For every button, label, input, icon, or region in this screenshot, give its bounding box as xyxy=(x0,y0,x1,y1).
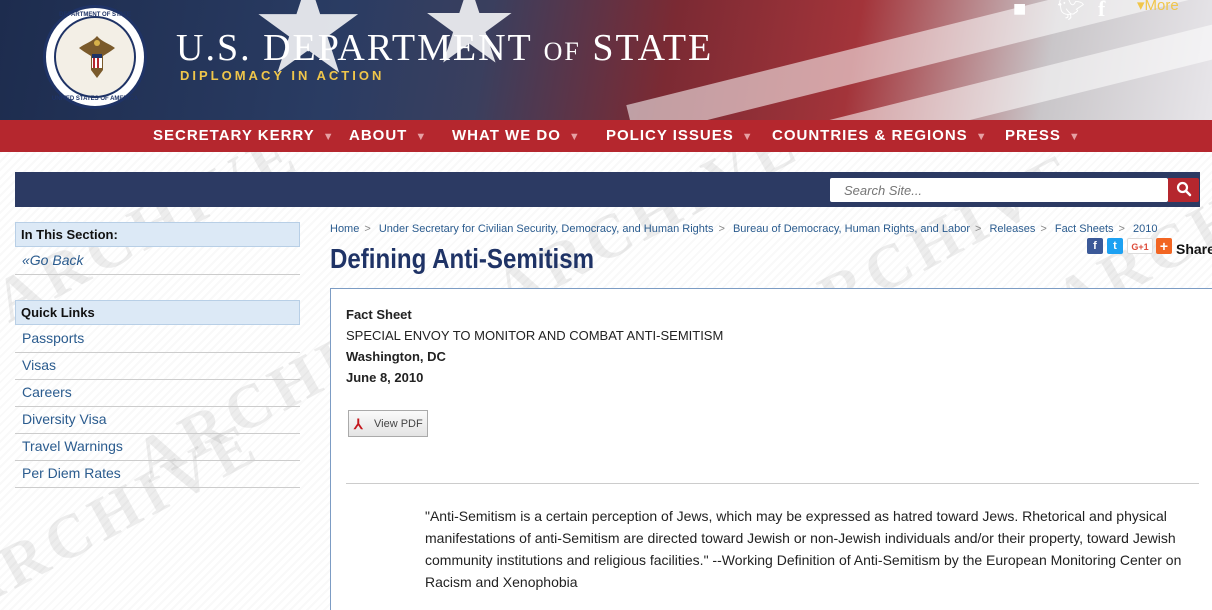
pdf-icon: ⅄ xyxy=(354,416,363,432)
quick-link-diversity-visa[interactable]: Diversity Visa xyxy=(15,407,300,434)
main-navigation: SECRETARY KERRY ▼ ABOUT ▼ WHAT WE DO ▼ POLI… xyxy=(0,120,1212,152)
caret-down-icon: ▼ xyxy=(975,131,988,143)
breadcrumb-link[interactable]: Home xyxy=(330,223,359,235)
chevron-right-icon: > xyxy=(718,223,725,235)
chevron-right-icon: > xyxy=(1118,223,1125,235)
quick-link-travel-warnings[interactable]: Travel Warnings xyxy=(15,434,300,461)
plus-share-icon[interactable]: + xyxy=(1156,238,1172,254)
nav-item-countries-regions[interactable]: COUNTRIES & REGIONS ▼ xyxy=(772,120,988,152)
share-label[interactable]: Share xyxy=(1176,241,1212,257)
twitter-icon[interactable]: 🐦︎ xyxy=(1057,0,1085,22)
go-back-link[interactable]: «Go Back xyxy=(15,248,300,275)
view-pdf-button[interactable]: ⅄ View PDF xyxy=(348,410,428,437)
quick-link-careers[interactable]: Careers xyxy=(15,380,300,407)
search-button[interactable] xyxy=(1168,178,1199,202)
site-tagline: DIPLOMACY IN ACTION xyxy=(180,68,385,83)
quick-links-heading: Quick Links xyxy=(15,300,300,325)
document-location: Washington, DC xyxy=(346,349,446,364)
document-type: Fact Sheet xyxy=(346,307,412,322)
chevron-right-icon: > xyxy=(974,223,982,235)
more-menu-button[interactable]: ▾More xyxy=(1137,0,1179,14)
seal-bottom-text: UNITED STATES OF AMERICA xyxy=(51,96,139,102)
chevron-right-icon: > xyxy=(1040,223,1047,235)
google-plus-share-icon[interactable]: G+1 xyxy=(1127,238,1153,254)
state-department-seal[interactable]: DEPARTMENT OF STATE UNITED STATES OF AME… xyxy=(43,5,147,109)
quick-link-per-diem-rates[interactable]: Per Diem Rates xyxy=(15,461,300,488)
definition-quote: "Anti-Semitism is a certain perception o… xyxy=(425,508,1182,590)
breadcrumb-current: 2010 xyxy=(1133,223,1158,235)
breadcrumb: Home > Under Secretary for Civilian Secur… xyxy=(330,223,1158,235)
content-divider xyxy=(346,483,1199,484)
page-title: Defining Anti-Semitism xyxy=(330,243,595,274)
site-title[interactable]: U.S. DEPARTMENT OF STATE xyxy=(176,26,713,70)
nav-item-policy-issues[interactable]: POLICY ISSUES ▼ xyxy=(606,120,754,152)
header-banner: ★ ★ DEPARTMENT OF STATE UNITED STATES OF… xyxy=(0,0,1212,120)
facebook-share-icon[interactable]: f xyxy=(1087,238,1103,254)
nav-item-secretary-kerry[interactable]: SECRETARY KERRY ▼ xyxy=(153,120,335,152)
nav-item-press[interactable]: PRESS ▼ xyxy=(1005,120,1081,152)
double-chevron-left-icon: « xyxy=(22,252,30,268)
breadcrumb-link[interactable]: Under Secretary for Civilian Security, D… xyxy=(379,223,714,235)
breadcrumb-link[interactable]: Releases xyxy=(989,223,1035,235)
nav-item-what-we-do[interactable]: WHAT WE DO ▼ xyxy=(452,120,581,152)
video-camera-icon[interactable]: ■ xyxy=(1013,0,1026,22)
caret-down-icon: ▼ xyxy=(568,131,581,143)
breadcrumb-link[interactable]: Bureau of Democracy, Human Rights, and L… xyxy=(733,223,970,235)
quick-link-passports[interactable]: Passports xyxy=(15,326,300,353)
search-input[interactable] xyxy=(830,178,1168,202)
twitter-share-icon[interactable]: t xyxy=(1107,238,1123,254)
search-icon xyxy=(1176,181,1191,196)
quick-link-visas[interactable]: Visas xyxy=(15,353,300,380)
caret-down-icon: ▼ xyxy=(415,131,428,143)
nav-item-about[interactable]: ABOUT ▼ xyxy=(349,120,427,152)
breadcrumb-link[interactable]: Fact Sheets xyxy=(1055,223,1114,235)
in-this-section-heading: In This Section: xyxy=(15,222,300,247)
caret-down-icon: ▼ xyxy=(322,131,335,143)
caret-down-icon: ▾ xyxy=(1137,0,1145,14)
chevron-right-icon: > xyxy=(364,223,371,235)
eagle-emblem-icon xyxy=(79,36,115,78)
document-date: June 8, 2010 xyxy=(346,370,424,385)
facebook-icon[interactable]: f xyxy=(1098,0,1105,22)
document-office: SPECIAL ENVOY TO MONITOR AND COMBAT ANTI… xyxy=(346,328,724,343)
caret-down-icon: ▼ xyxy=(741,131,754,143)
caret-down-icon: ▼ xyxy=(1068,131,1081,143)
